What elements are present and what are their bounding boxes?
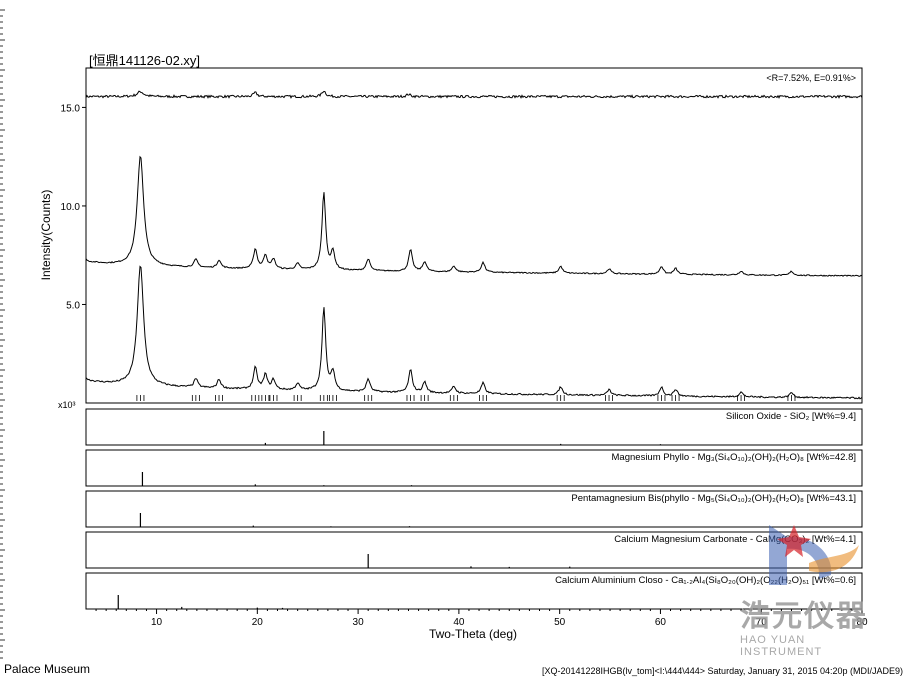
phase-panel: Calcium Aluminium Closo - Ca₁.₂Al₄(Si₈O₂…: [85, 572, 863, 610]
fit-stats: <R=7.52%, E=0.91%>: [766, 73, 856, 83]
phase-label: Calcium Aluminium Closo - Ca₁.₂Al₄(Si₈O₂…: [555, 575, 856, 586]
footer-right: [XQ-20141228IHGB(lv_tom]<I:\444\444> Sat…: [542, 666, 903, 676]
series-observed: [85, 265, 863, 400]
main-plot-border: [85, 67, 863, 404]
x-tick-label: 70: [756, 617, 768, 628]
phase-label: Calcium Magnesium Carbonate - CaMg(CO₃)₂…: [614, 534, 856, 545]
x-tick-label: 50: [554, 617, 566, 628]
phase-panels: Silicon Oxide - SiO₂ [Wt%=9.4] Magnesium …: [85, 408, 863, 610]
phase-panel: Silicon Oxide - SiO₂ [Wt%=9.4]: [85, 408, 863, 446]
series-calculated: [85, 155, 863, 277]
chart-frame: [85, 67, 863, 404]
y-tick-label: 15.0: [61, 103, 81, 114]
y-axis-label: Intensity(Counts): [39, 190, 53, 281]
phase-panel: Magnesium Phyllo - Mg₃(Si₄O₁₀)₂(OH)₂(H₂O…: [85, 449, 863, 487]
phase-panel: Calcium Magnesium Carbonate - CaMg(CO₃)₂…: [85, 531, 863, 569]
pattern-series: [85, 90, 863, 400]
phase-label: Silicon Oxide - SiO₂ [Wt%=9.4]: [726, 411, 856, 422]
x-tick-label: 30: [353, 617, 365, 628]
x-axis-label: Two-Theta (deg): [429, 627, 517, 641]
left-ruler: [0, 9, 5, 659]
x-tick-label: 80: [856, 617, 868, 628]
xrd-chart: [恒鼎141126-02.xy] <R=7.52%, E=0.91%> 5.0 1…: [0, 9, 903, 676]
file-title: [恒鼎141126-02.xy]: [89, 53, 200, 68]
y-axis-ticks: 5.0 10.0 15.0: [61, 103, 86, 311]
series-difference: [85, 90, 863, 99]
phase-panel: Pentamagnesium Bis(phyllo - Mg₅(Si₄O₁₀)₂…: [85, 490, 863, 528]
x-tick-label: 10: [151, 617, 163, 628]
phase-label: Pentamagnesium Bis(phyllo - Mg₅(Si₄O₁₀)₂…: [571, 493, 856, 504]
x-tick-label: 60: [655, 617, 667, 628]
x-axis-ticks: 10 20 30 40 50 60 70 80: [86, 608, 868, 628]
y-multiplier: x10³: [58, 400, 76, 410]
y-tick-label: 10.0: [61, 202, 81, 213]
y-tick-label: 5.0: [66, 300, 80, 311]
x-tick-label: 20: [252, 617, 264, 628]
footer-left: Palace Museum: [4, 662, 90, 676]
phase-label: Magnesium Phyllo - Mg₃(Si₄O₁₀)₂(OH)₂(H₂O…: [612, 452, 856, 463]
observed-peak-markers: [136, 395, 796, 401]
